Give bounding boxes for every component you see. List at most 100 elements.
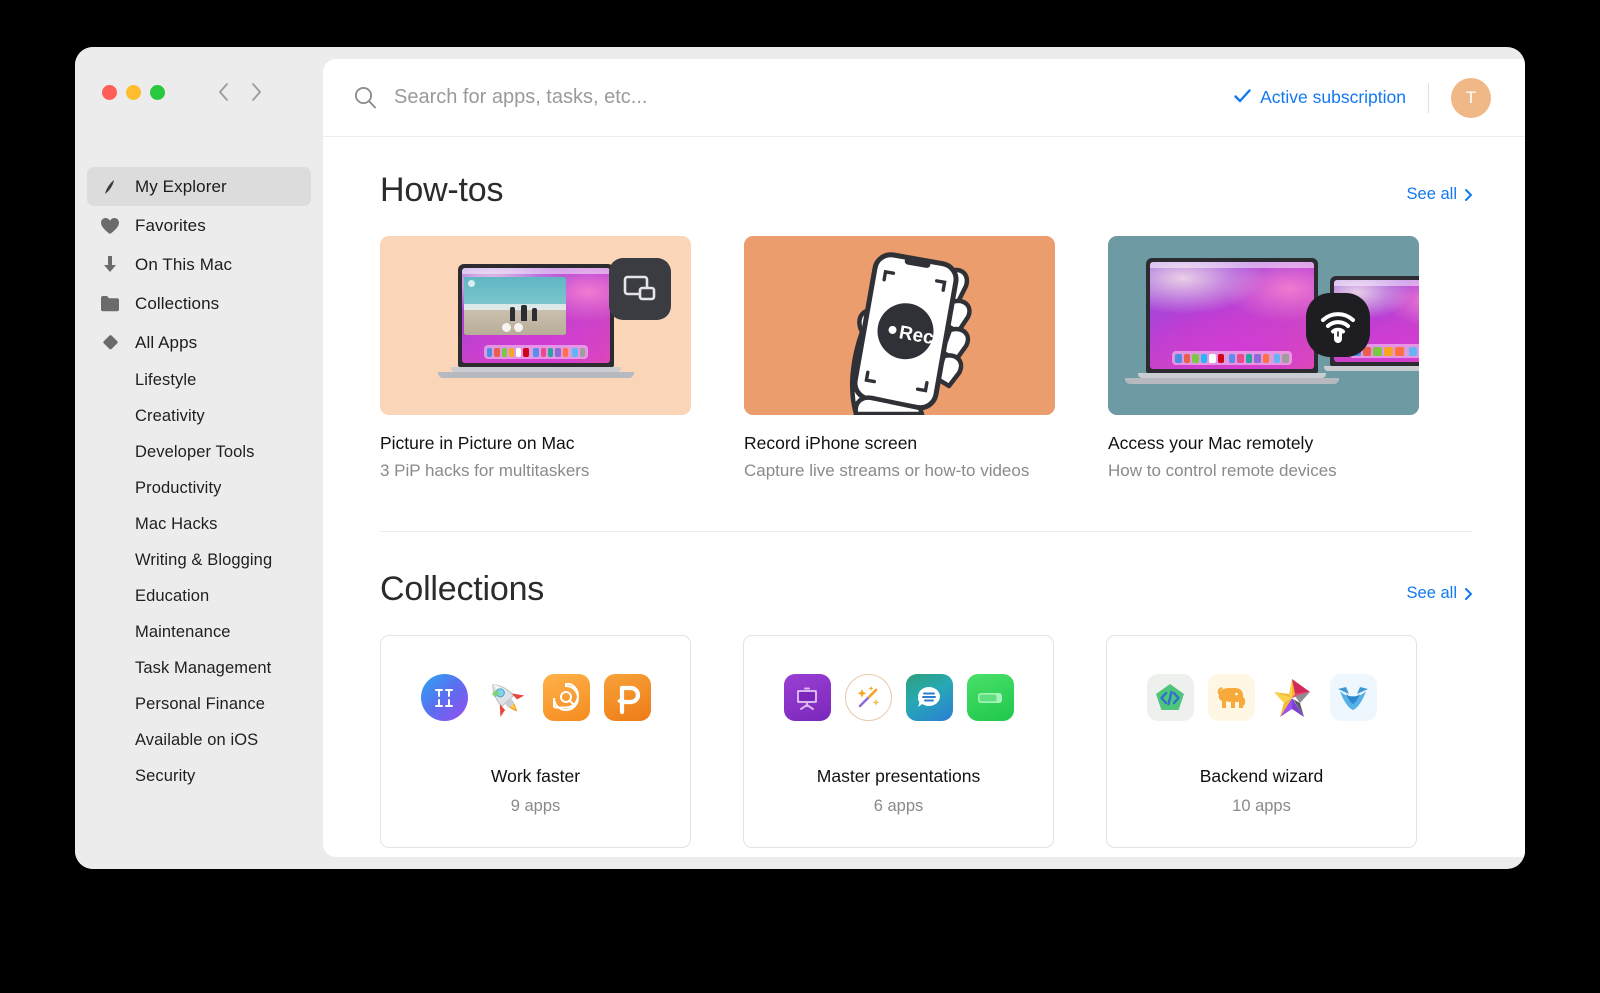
sidebar-item-on-this-mac[interactable]: On This Mac	[87, 245, 311, 284]
topbar-divider	[1428, 82, 1429, 113]
collections-see-all-link[interactable]: See all	[1407, 584, 1473, 609]
howto-card-title: Record iPhone screen	[744, 433, 918, 453]
subscription-status[interactable]: Active subscription	[1234, 87, 1406, 108]
howto-card-title: Picture in Picture on Mac	[380, 433, 575, 453]
sidebar-item-education[interactable]: Education	[87, 578, 311, 614]
howto-thumbnail-pip	[380, 236, 691, 415]
sidebar-item-developer-tools[interactable]: Developer Tools	[87, 434, 311, 470]
zoom-button[interactable]	[150, 84, 165, 100]
collection-card[interactable]: Master presentations 6 apps	[743, 635, 1054, 848]
sidebar-item-label: Favorites	[135, 215, 206, 235]
sidebar-item-writing-blogging[interactable]: Writing & Blogging	[87, 542, 311, 578]
minimize-button[interactable]	[126, 84, 141, 100]
collection-icon-row	[1146, 674, 1377, 721]
howto-card-subtitle: Capture live streams or how-to videos	[744, 461, 1030, 480]
sidebar-subitem-label: Task Management	[135, 658, 272, 677]
nav-arrows	[216, 79, 264, 105]
sidebar-item-my-explorer[interactable]: My Explorer	[87, 167, 311, 206]
howtos-section: How-tos See all Picture in Picture on Ma…	[380, 137, 1491, 481]
search-input[interactable]	[394, 86, 954, 109]
sidebar-subitem-label: Lifestyle	[135, 370, 197, 389]
collection-name: Work faster	[490, 766, 581, 786]
howto-thumbnail-record: Rec	[744, 236, 1055, 415]
sidebar-subitem-label: Available on iOS	[135, 730, 259, 749]
collection-icon-row	[420, 674, 651, 721]
pip-badge-icon	[609, 258, 671, 320]
bettertouchtool-icon	[420, 674, 468, 721]
explorer-icon	[99, 176, 121, 198]
sidebar-item-label: All Apps	[135, 332, 198, 352]
sidebar-item-security[interactable]: Security	[87, 758, 311, 794]
collection-card[interactable]: Backend wizard 10 apps	[1106, 635, 1417, 848]
top-bar: Active subscription T	[323, 59, 1525, 137]
sidebar-item-lifestyle[interactable]: Lifestyle	[87, 362, 311, 398]
sidebar-item-productivity[interactable]: Productivity	[87, 470, 311, 506]
sidebar-item-favorites[interactable]: Favorites	[87, 206, 311, 245]
app-window: My Explorer Favorites On This Mac Collec…	[75, 47, 1525, 869]
sidebar-subitem-label: Security	[135, 766, 196, 785]
collection-count: 10 apps	[1232, 797, 1291, 815]
search-icon	[353, 85, 378, 110]
howto-thumbnail-remote	[1108, 236, 1419, 415]
sidebar-item-label: Collections	[135, 293, 220, 313]
main-content: Active subscription T How-tos See all	[323, 59, 1525, 857]
sidebar-item-available-on-ios[interactable]: Available on iOS	[87, 722, 311, 758]
folder-icon	[99, 293, 121, 315]
sidebar-item-label: On This Mac	[135, 254, 233, 274]
collections-header: Collections See all	[380, 570, 1491, 609]
collections-card-list: Work faster 9 apps Master presentations …	[380, 635, 1491, 848]
collection-count: 9 apps	[510, 797, 561, 815]
sidebar-subitem-label: Creativity	[135, 406, 205, 425]
howto-card[interactable]: Rec Record iPhone screen Capture live st…	[744, 236, 1055, 481]
collection-card[interactable]: Work faster 9 apps	[380, 635, 691, 848]
subscription-label: Active subscription	[1260, 87, 1406, 107]
collections-title: Collections	[380, 570, 545, 608]
howto-card-subtitle: How to control remote devices	[1108, 461, 1337, 480]
howto-card[interactable]: Access your Mac remotely How to control …	[1108, 236, 1419, 481]
collection-icon-row	[783, 674, 1014, 721]
sidebar-item-task-management[interactable]: Task Management	[87, 650, 311, 686]
popclip-icon	[603, 674, 651, 721]
howtos-see-all-link[interactable]: See all	[1407, 185, 1473, 210]
sidebar-subitem-label: Developer Tools	[135, 442, 255, 461]
sidebar-subitem-label: Maintenance	[135, 622, 231, 641]
avatar-initial: T	[1465, 87, 1477, 107]
sidebar-item-collections[interactable]: Collections	[87, 284, 311, 323]
sidebar-nav: My Explorer Favorites On This Mac Collec…	[75, 167, 323, 794]
sidebar-item-creativity[interactable]: Creativity	[87, 398, 311, 434]
search-bar[interactable]	[353, 85, 1234, 110]
back-chevron-icon[interactable]	[216, 79, 232, 105]
elephant-icon	[1207, 674, 1255, 721]
howto-card[interactable]: Picture in Picture on Mac 3 PiP hacks fo…	[380, 236, 691, 481]
diamond-icon	[99, 332, 121, 354]
sidebar-item-maintenance[interactable]: Maintenance	[87, 614, 311, 650]
window-controls	[75, 47, 323, 107]
avatar[interactable]: T	[1451, 77, 1491, 118]
close-button[interactable]	[102, 84, 117, 100]
sidebar: My Explorer Favorites On This Mac Collec…	[75, 47, 323, 869]
collection-name: Master presentations	[816, 766, 981, 786]
chevron-right-icon	[1464, 587, 1473, 601]
howto-card-title: Access your Mac remotely	[1108, 433, 1314, 453]
star-icon	[1269, 674, 1316, 721]
howtos-header: How-tos See all	[380, 171, 1491, 210]
sidebar-subitem-label: Education	[135, 586, 210, 605]
collections-section: Collections See all Work faster 9 apps M…	[380, 532, 1491, 848]
content-scroll-area[interactable]: How-tos See all Picture in Picture on Ma…	[323, 137, 1525, 857]
howtos-card-list: Picture in Picture on Mac 3 PiP hacks fo…	[380, 236, 1491, 481]
forward-chevron-icon[interactable]	[248, 79, 264, 105]
howto-card-subtitle: 3 PiP hacks for multitaskers	[380, 461, 590, 480]
speech-bubble-icon	[905, 674, 953, 721]
sidebar-item-personal-finance[interactable]: Personal Finance	[87, 686, 311, 722]
see-all-label: See all	[1406, 584, 1457, 602]
collection-count: 6 apps	[873, 797, 924, 815]
desktop-backdrop: My Explorer Favorites On This Mac Collec…	[0, 0, 1600, 993]
sidebar-subitem-label: Productivity	[135, 478, 222, 497]
presentation-icon	[783, 674, 831, 721]
sidebar-item-all-apps[interactable]: All Apps	[87, 323, 311, 362]
collection-name: Backend wizard	[1199, 766, 1324, 786]
see-all-label: See all	[1406, 185, 1457, 203]
sidebar-item-mac-hacks[interactable]: Mac Hacks	[87, 506, 311, 542]
sidebar-item-label: My Explorer	[135, 176, 227, 196]
download-arrow-icon	[99, 254, 121, 276]
